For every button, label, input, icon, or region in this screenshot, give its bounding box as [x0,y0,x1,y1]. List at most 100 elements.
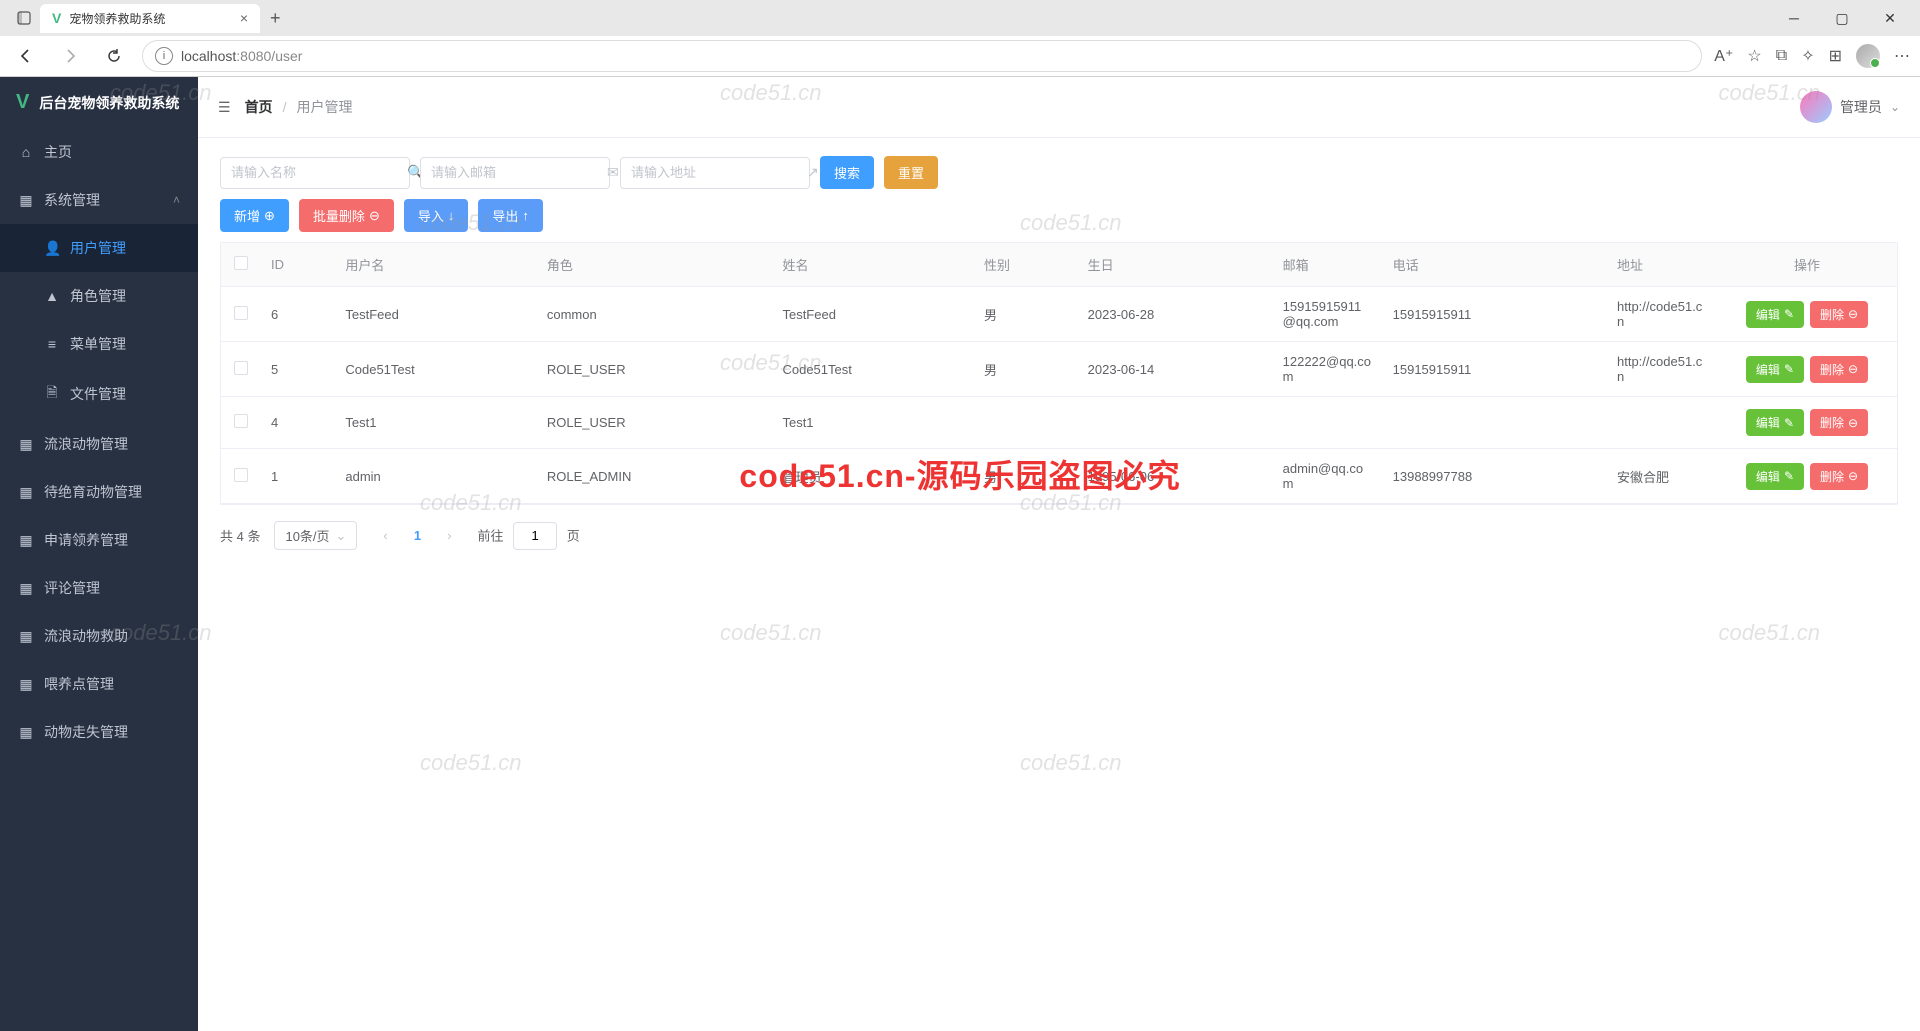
reset-button[interactable]: 重置 [884,156,938,189]
upload-icon: ↑ [522,208,529,223]
envelope-icon[interactable]: ✉ [607,164,619,181]
name-field[interactable] [231,165,407,180]
sidebar-item-home[interactable]: ⌂ 主页 [0,128,198,176]
download-icon: ↓ [448,208,455,223]
edit-button[interactable]: 编辑 ✎ [1746,409,1804,436]
url-field[interactable]: i localhost:8080/user [142,40,1702,72]
delete-button[interactable]: 删除 ⊖ [1810,301,1868,328]
forward-button[interactable] [54,40,86,72]
cell-gender: 男 [974,342,1078,397]
role-icon: ▲ [44,288,60,304]
maximize-button[interactable]: ▢ [1820,3,1864,33]
edit-button[interactable]: 编辑 ✎ [1746,463,1804,490]
cell-id: 6 [261,287,335,342]
cell-birthday: 1995-06-06 [1078,449,1273,504]
sidebar-item-user-mgmt[interactable]: 👤 用户管理 [0,224,198,272]
col-username: 用户名 [335,243,536,287]
row-checkbox[interactable] [234,361,248,375]
sidebar-item-stray[interactable]: ▦ 流浪动物管理 [0,420,198,468]
minus-icon: ⊖ [1848,469,1858,483]
sidebar-item-feed-point[interactable]: ▦ 喂养点管理 [0,660,198,708]
row-checkbox[interactable] [234,414,248,428]
email-field[interactable] [431,165,607,180]
breadcrumb-home[interactable]: 首页 [245,97,273,117]
name-input[interactable]: 🔍 [220,157,410,189]
hamburger-icon[interactable]: ☰ [218,99,231,116]
location-icon[interactable]: ↗ [807,164,819,181]
sidebar-item-comment[interactable]: ▦ 评论管理 [0,564,198,612]
cell-gender [974,397,1078,449]
read-aloud-icon[interactable]: A⁺ [1714,46,1733,66]
more-icon[interactable]: ⋯ [1894,46,1910,66]
row-checkbox[interactable] [234,306,248,320]
new-tab-button[interactable]: + [260,8,291,29]
email-input[interactable]: ✉ [420,157,610,189]
prev-page-button[interactable]: ‹ [371,522,399,550]
grid-icon: ▦ [18,724,34,741]
page-number[interactable]: 1 [403,522,431,550]
favorite-icon[interactable]: ☆ [1747,46,1761,66]
page-size-select[interactable]: 10条/页 ⌄ [274,521,357,550]
col-ops: 操作 [1717,243,1897,287]
back-button[interactable] [10,40,42,72]
table-row: 4Test1ROLE_USERTest1编辑 ✎删除 ⊖ [221,397,1897,449]
site-info-icon[interactable]: i [155,47,173,65]
cell-name: Test1 [772,397,973,449]
tab-list-button[interactable] [8,4,40,32]
delete-button[interactable]: 删除 ⊖ [1810,409,1868,436]
cell-role: common [537,287,773,342]
cell-email: 122222@qq.com [1273,342,1383,397]
cell-gender: 男 [974,449,1078,504]
sidebar-item-role-mgmt[interactable]: ▲ 角色管理 [0,272,198,320]
sidebar-item-system[interactable]: ▦ 系统管理 ˄ [0,176,198,224]
select-all-checkbox[interactable] [234,256,248,270]
chevron-up-icon: ˄ [173,193,180,207]
cell-phone: 13988997788 [1383,449,1607,504]
row-checkbox[interactable] [234,468,248,482]
extensions-icon[interactable]: ✧ [1801,46,1814,66]
add-button[interactable]: 新增 ⊕ [220,199,289,232]
delete-button[interactable]: 删除 ⊖ [1810,463,1868,490]
logo-icon: V [16,91,29,114]
window-controls: ─ ▢ ✕ [1772,3,1912,33]
search-row: 🔍 ✉ ↗ 搜索 重置 [220,156,1898,189]
minus-icon: ⊖ [369,208,380,224]
page-jump-input[interactable] [513,522,557,550]
search-button[interactable]: 搜索 [820,156,874,189]
cell-address: http://code51.cn [1607,287,1717,342]
next-page-button[interactable]: › [435,522,463,550]
tab-close-icon[interactable]: × [240,10,248,26]
sidebar-item-label: 申请领养管理 [44,530,128,550]
grid-icon: ▦ [18,436,34,453]
user-dropdown[interactable]: 管理员 ⌄ [1800,91,1900,123]
minimize-button[interactable]: ─ [1772,3,1816,33]
sidebar-item-rescue[interactable]: ▦ 流浪动物救助 [0,612,198,660]
delete-button[interactable]: 删除 ⊖ [1810,356,1868,383]
address-field[interactable] [631,165,807,180]
edit-button[interactable]: 编辑 ✎ [1746,301,1804,328]
close-button[interactable]: ✕ [1868,3,1912,33]
sidebar-item-adopt[interactable]: ▦ 申请领养管理 [0,516,198,564]
address-input[interactable]: ↗ [620,157,810,189]
profile-avatar-icon[interactable] [1856,44,1880,68]
sidebar-item-sterilize[interactable]: ▦ 待绝育动物管理 [0,468,198,516]
cell-phone: 15915915911 [1383,287,1607,342]
tab-bar: V 宠物领养救助系统 × + ─ ▢ ✕ [0,0,1920,36]
edit-button[interactable]: 编辑 ✎ [1746,356,1804,383]
minus-icon: ⊖ [1848,416,1858,430]
collections-icon[interactable]: ⧉ [1776,47,1787,65]
browser-tab[interactable]: V 宠物领养救助系统 × [40,4,260,33]
app-icon[interactable]: ⊞ [1829,46,1842,66]
export-button[interactable]: 导出 ↑ [478,199,543,232]
batch-delete-button[interactable]: 批量删除 ⊖ [299,199,394,232]
table-row: 6TestFeedcommonTestFeed男2023-06-28159159… [221,287,1897,342]
sidebar-item-lost[interactable]: ▦ 动物走失管理 [0,708,198,756]
col-role: 角色 [537,243,773,287]
import-button[interactable]: 导入 ↓ [404,199,469,232]
col-id: ID [261,243,335,287]
sidebar-item-menu-mgmt[interactable]: ≡ 菜单管理 [0,320,198,368]
cell-email: admin@qq.com [1273,449,1383,504]
refresh-button[interactable] [98,40,130,72]
sidebar-item-file-mgmt[interactable]: 🗎 文件管理 [0,368,198,420]
cell-id: 5 [261,342,335,397]
